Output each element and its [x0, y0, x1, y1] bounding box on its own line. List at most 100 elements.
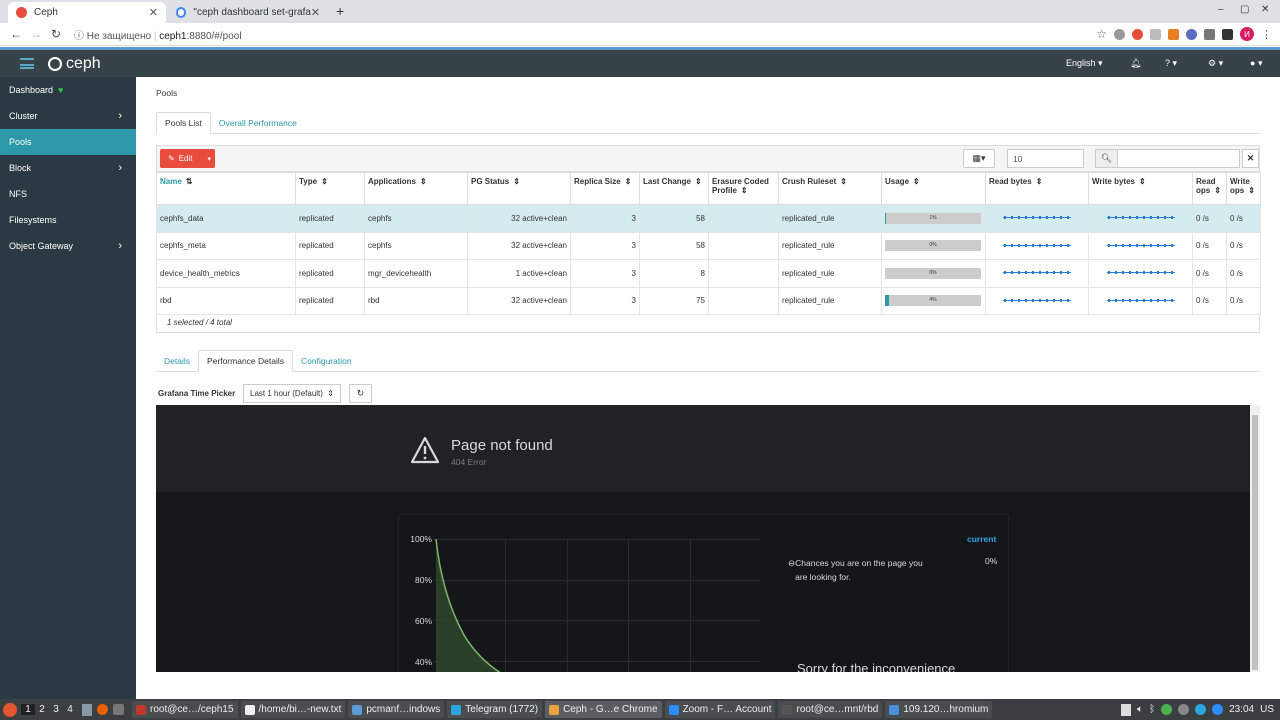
column-header-write-bytes[interactable]: Write bytes ⇕	[1088, 172, 1193, 205]
column-header-last-change[interactable]: Last Change ⇕	[639, 172, 709, 205]
new-tab-button[interactable]: +	[336, 3, 344, 19]
tab-overall-performance[interactable]: Overall Performance	[211, 112, 305, 134]
launcher-icon[interactable]	[113, 704, 124, 715]
menu-dots-icon[interactable]: ⋮	[1261, 28, 1272, 41]
settings-menu[interactable]: ⚙ ▾	[1208, 58, 1223, 69]
page-scrollbar[interactable]	[1250, 405, 1260, 672]
extension-icon[interactable]	[1204, 28, 1215, 40]
search-input[interactable]	[1118, 150, 1239, 167]
tab-details[interactable]: Details	[156, 350, 198, 372]
back-arrow-icon[interactable]: ←	[6, 27, 26, 41]
tray-app-icon[interactable]	[1178, 704, 1190, 715]
close-icon[interactable]: ✕	[149, 6, 158, 19]
table-row[interactable]: rbd replicated rbd 32 active+clean 3 75 replic…	[156, 286, 1261, 315]
table-row[interactable]: cephfs_data replicated cephfs 32 active+cle…	[156, 204, 1261, 233]
workspace-2[interactable]: 2	[35, 704, 49, 715]
browser-tab-ceph[interactable]: Ceph ✕	[8, 2, 166, 23]
taskbar-app[interactable]: Telegram (1772)	[447, 701, 543, 718]
column-header-crush-ruleset[interactable]: Crush Ruleset ⇕	[778, 172, 882, 205]
tab-configuration[interactable]: Configuration	[293, 350, 360, 372]
column-header-applications[interactable]: Applications ⇕	[364, 172, 468, 205]
refresh-button[interactable]: ↻	[349, 384, 372, 403]
clear-search-button[interactable]: ✕	[1242, 149, 1259, 168]
grafana-time-picker-select[interactable]: Last 1 hour (Default) ⇕	[243, 384, 341, 403]
table-row[interactable]: device_health_metrics replicated mgr_devic…	[156, 259, 1261, 288]
taskbar-app[interactable]: /home/bi…-new.txt	[240, 701, 346, 718]
reload-icon[interactable]: ↻	[46, 27, 66, 41]
url-field[interactable]: ⓘ Не защищено | ceph1:8880/#/pool	[74, 27, 242, 42]
taskbar-app[interactable]: 109.120…hromium	[885, 701, 993, 718]
tray-app-icon[interactable]	[1161, 704, 1173, 715]
address-bar: ← → ↻ ⓘ Не защищено | ceph1:8880/#/pool …	[0, 23, 1280, 46]
usage-bar: 1%	[885, 212, 981, 224]
bluetooth-icon[interactable]: ᛒ	[1149, 704, 1155, 715]
profile-avatar[interactable]: И	[1240, 27, 1254, 41]
keyboard-layout[interactable]: US	[1260, 704, 1274, 715]
taskbar-app-label: Zoom - F… Account	[682, 704, 772, 715]
forward-arrow-icon[interactable]: →	[26, 27, 46, 41]
start-menu-icon[interactable]	[3, 702, 17, 717]
close-window-button[interactable]: ✕	[1261, 4, 1269, 15]
extension-icon[interactable]	[1150, 28, 1161, 40]
language-selector[interactable]: English ▾	[1066, 58, 1103, 69]
sidebar-item-object-gateway[interactable]: Object Gateway ›	[0, 233, 136, 259]
clock[interactable]: 23:04	[1229, 704, 1254, 715]
column-header-usage[interactable]: Usage ⇕	[881, 172, 986, 205]
hamburger-menu-icon[interactable]	[20, 58, 34, 69]
sidebar-item-dashboard[interactable]: Dashboard ♥	[0, 77, 136, 103]
column-header-name[interactable]: Name ⇅	[156, 172, 296, 205]
sidebar-item-block[interactable]: Block ›	[0, 155, 136, 181]
speaker-icon[interactable]: 🔈︎	[1137, 704, 1143, 715]
cell-write-bytes	[1088, 286, 1193, 315]
extension-icon[interactable]	[1186, 28, 1197, 40]
bookmark-star-icon[interactable]: ☆	[1096, 27, 1107, 41]
sidebar-item-filesystems[interactable]: Filesystems	[0, 207, 136, 233]
taskbar-app[interactable]: Ceph - G…e Chrome	[545, 701, 662, 718]
sidebar-item-pools[interactable]: Pools	[0, 129, 136, 155]
file-manager-icon[interactable]	[82, 703, 92, 716]
tab-performance-details[interactable]: Performance Details	[197, 350, 293, 372]
firefox-icon[interactable]	[97, 704, 108, 715]
workspace-1[interactable]: 1	[21, 704, 35, 715]
taskbar-app[interactable]: pcmanf…indows	[348, 701, 445, 718]
adblock-extension-icon[interactable]	[1132, 28, 1143, 40]
ceph-favicon-icon	[16, 7, 27, 18]
extension-icon[interactable]	[1168, 28, 1179, 40]
column-selector-button[interactable]: ▦ ▾	[963, 149, 995, 168]
ceph-logo[interactable]: ceph	[48, 55, 101, 73]
column-header-read-bytes[interactable]: Read bytes ⇕	[985, 172, 1089, 205]
taskbar-app[interactable]: root@ce…mnt/rbd	[778, 701, 883, 718]
help-menu[interactable]: ? ▾	[1165, 58, 1177, 69]
maximize-button[interactable]: ▢	[1240, 4, 1249, 15]
telegram-tray-icon[interactable]	[1195, 704, 1207, 715]
minimize-button[interactable]: ‒	[1218, 4, 1224, 15]
zoom-tray-icon[interactable]	[1212, 704, 1224, 715]
column-header-replica-size[interactable]: Replica Size ⇕	[570, 172, 640, 205]
scrollbar-thumb[interactable]	[1252, 415, 1258, 670]
column-header-read-ops[interactable]: Read ops ⇕	[1192, 172, 1227, 205]
browser-tab-search[interactable]: "ceph dashboard set-grafa ✕	[168, 2, 328, 23]
workspace-3[interactable]: 3	[49, 704, 63, 715]
document-icon[interactable]	[1121, 703, 1132, 716]
bell-icon[interactable]: 🔔︎	[1130, 58, 1141, 69]
edit-button[interactable]: ✎ Edit ▾	[160, 149, 215, 168]
column-header-write-ops[interactable]: Write ops ⇕	[1226, 172, 1261, 205]
close-icon[interactable]: ✕	[311, 6, 320, 19]
table-row[interactable]: cephfs_meta replicated cephfs 32 active+cle…	[156, 231, 1261, 260]
column-header-pg-status[interactable]: PG Status ⇕	[467, 172, 571, 205]
extension-icon[interactable]	[1222, 28, 1233, 40]
workspace-4[interactable]: 4	[63, 704, 77, 715]
user-menu[interactable]: ● ▾	[1250, 58, 1262, 69]
tab-pools-list[interactable]: Pools List	[156, 112, 211, 134]
sidebar-item-nfs[interactable]: NFS	[0, 181, 136, 207]
taskbar-app[interactable]: Zoom - F… Account	[664, 701, 776, 718]
page-limit-input[interactable]: 10	[1007, 149, 1084, 168]
column-header-erasure-coded-profile[interactable]: Erasure Coded Profile ⇕	[708, 172, 779, 205]
taskbar-app[interactable]: root@ce…/ceph15	[132, 701, 238, 718]
info-icon[interactable]: ⓘ	[74, 31, 84, 42]
translate-extension-icon[interactable]	[1114, 28, 1125, 40]
chevron-right-icon: ›	[118, 240, 122, 252]
caret-down-icon[interactable]: ▾	[207, 155, 211, 163]
column-header-type[interactable]: Type ⇕	[295, 172, 365, 205]
sidebar-item-cluster[interactable]: Cluster ›	[0, 103, 136, 129]
